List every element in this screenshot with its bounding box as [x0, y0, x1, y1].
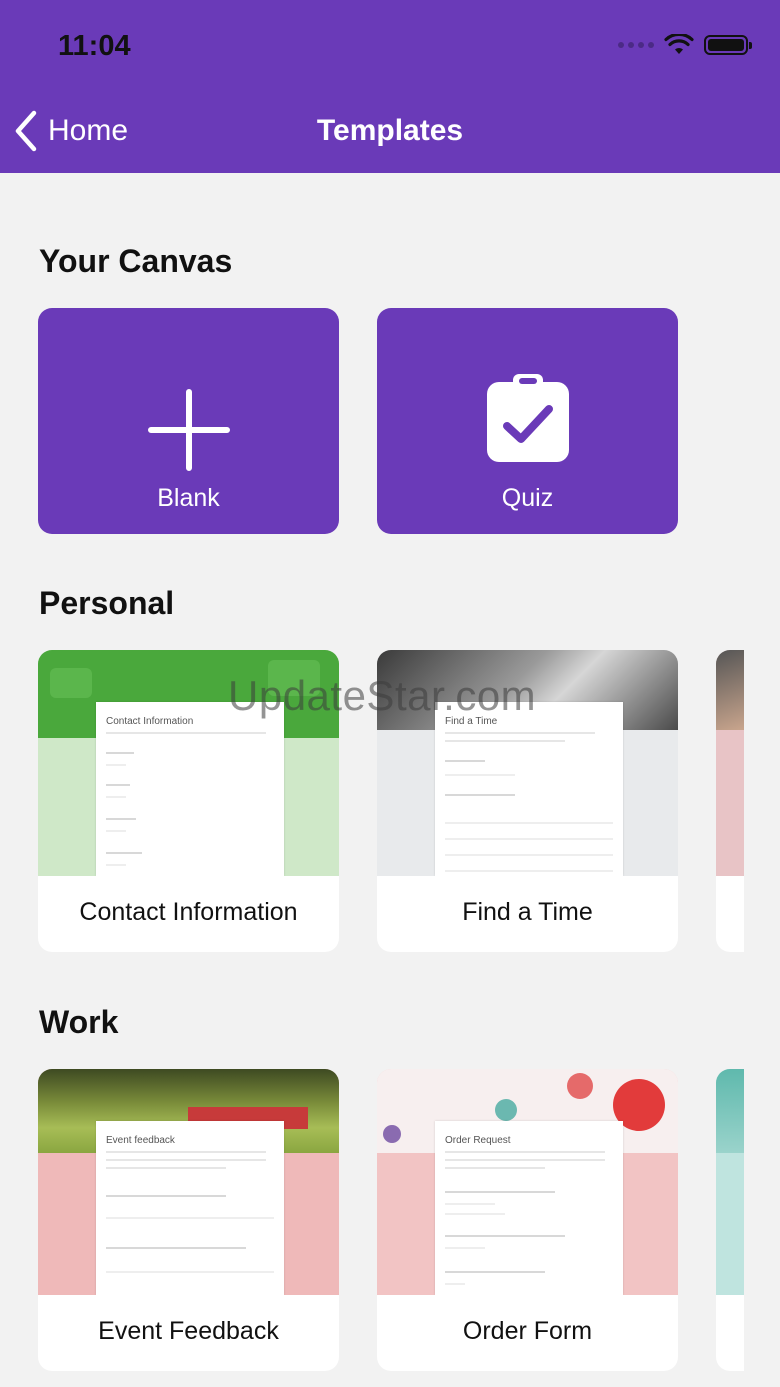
section-title-work: Work: [39, 1004, 119, 1040]
wifi-icon: [664, 34, 694, 54]
template-card-event-feedback[interactable]: Event feedback Event Feedback: [38, 1069, 339, 1371]
battery-icon: [704, 35, 752, 55]
quiz-template-tile[interactable]: Quiz: [377, 308, 678, 534]
template-card-order-form[interactable]: Order Request Order Form: [377, 1069, 678, 1371]
card-label: Find a Time: [462, 898, 593, 926]
preview-title: Contact Information: [106, 716, 194, 727]
plus-icon: [38, 388, 339, 472]
signal-icon: [618, 42, 654, 48]
watermark: UpdateStar.com: [228, 672, 537, 719]
template-thumbnail: Event feedback: [38, 1069, 339, 1295]
template-thumbnail: Order Request: [377, 1069, 678, 1295]
card-label: Contact Information: [79, 898, 298, 926]
clipboard-check-icon: [377, 372, 678, 464]
card-label: Event Feedback: [98, 1317, 279, 1345]
tile-label: Quiz: [501, 484, 554, 512]
header: 11:04 Home Templates: [0, 0, 780, 173]
status-icons: [618, 34, 752, 56]
page-title: Templates: [316, 114, 464, 147]
preview-title: Order Request: [445, 1135, 511, 1146]
preview-title: Event feedback: [106, 1135, 175, 1146]
template-card-partial[interactable]: [716, 650, 744, 952]
card-label: Order Form: [462, 1317, 593, 1345]
template-card-partial[interactable]: [716, 1069, 744, 1371]
section-title-your-canvas: Your Canvas: [39, 243, 233, 279]
template-thumbnail: [716, 1069, 744, 1295]
tile-label: Blank: [157, 484, 220, 512]
blank-template-tile[interactable]: Blank: [38, 308, 339, 534]
section-title-personal: Personal: [39, 585, 175, 621]
status-time: 11:04: [58, 30, 131, 62]
template-thumbnail: [716, 650, 744, 876]
